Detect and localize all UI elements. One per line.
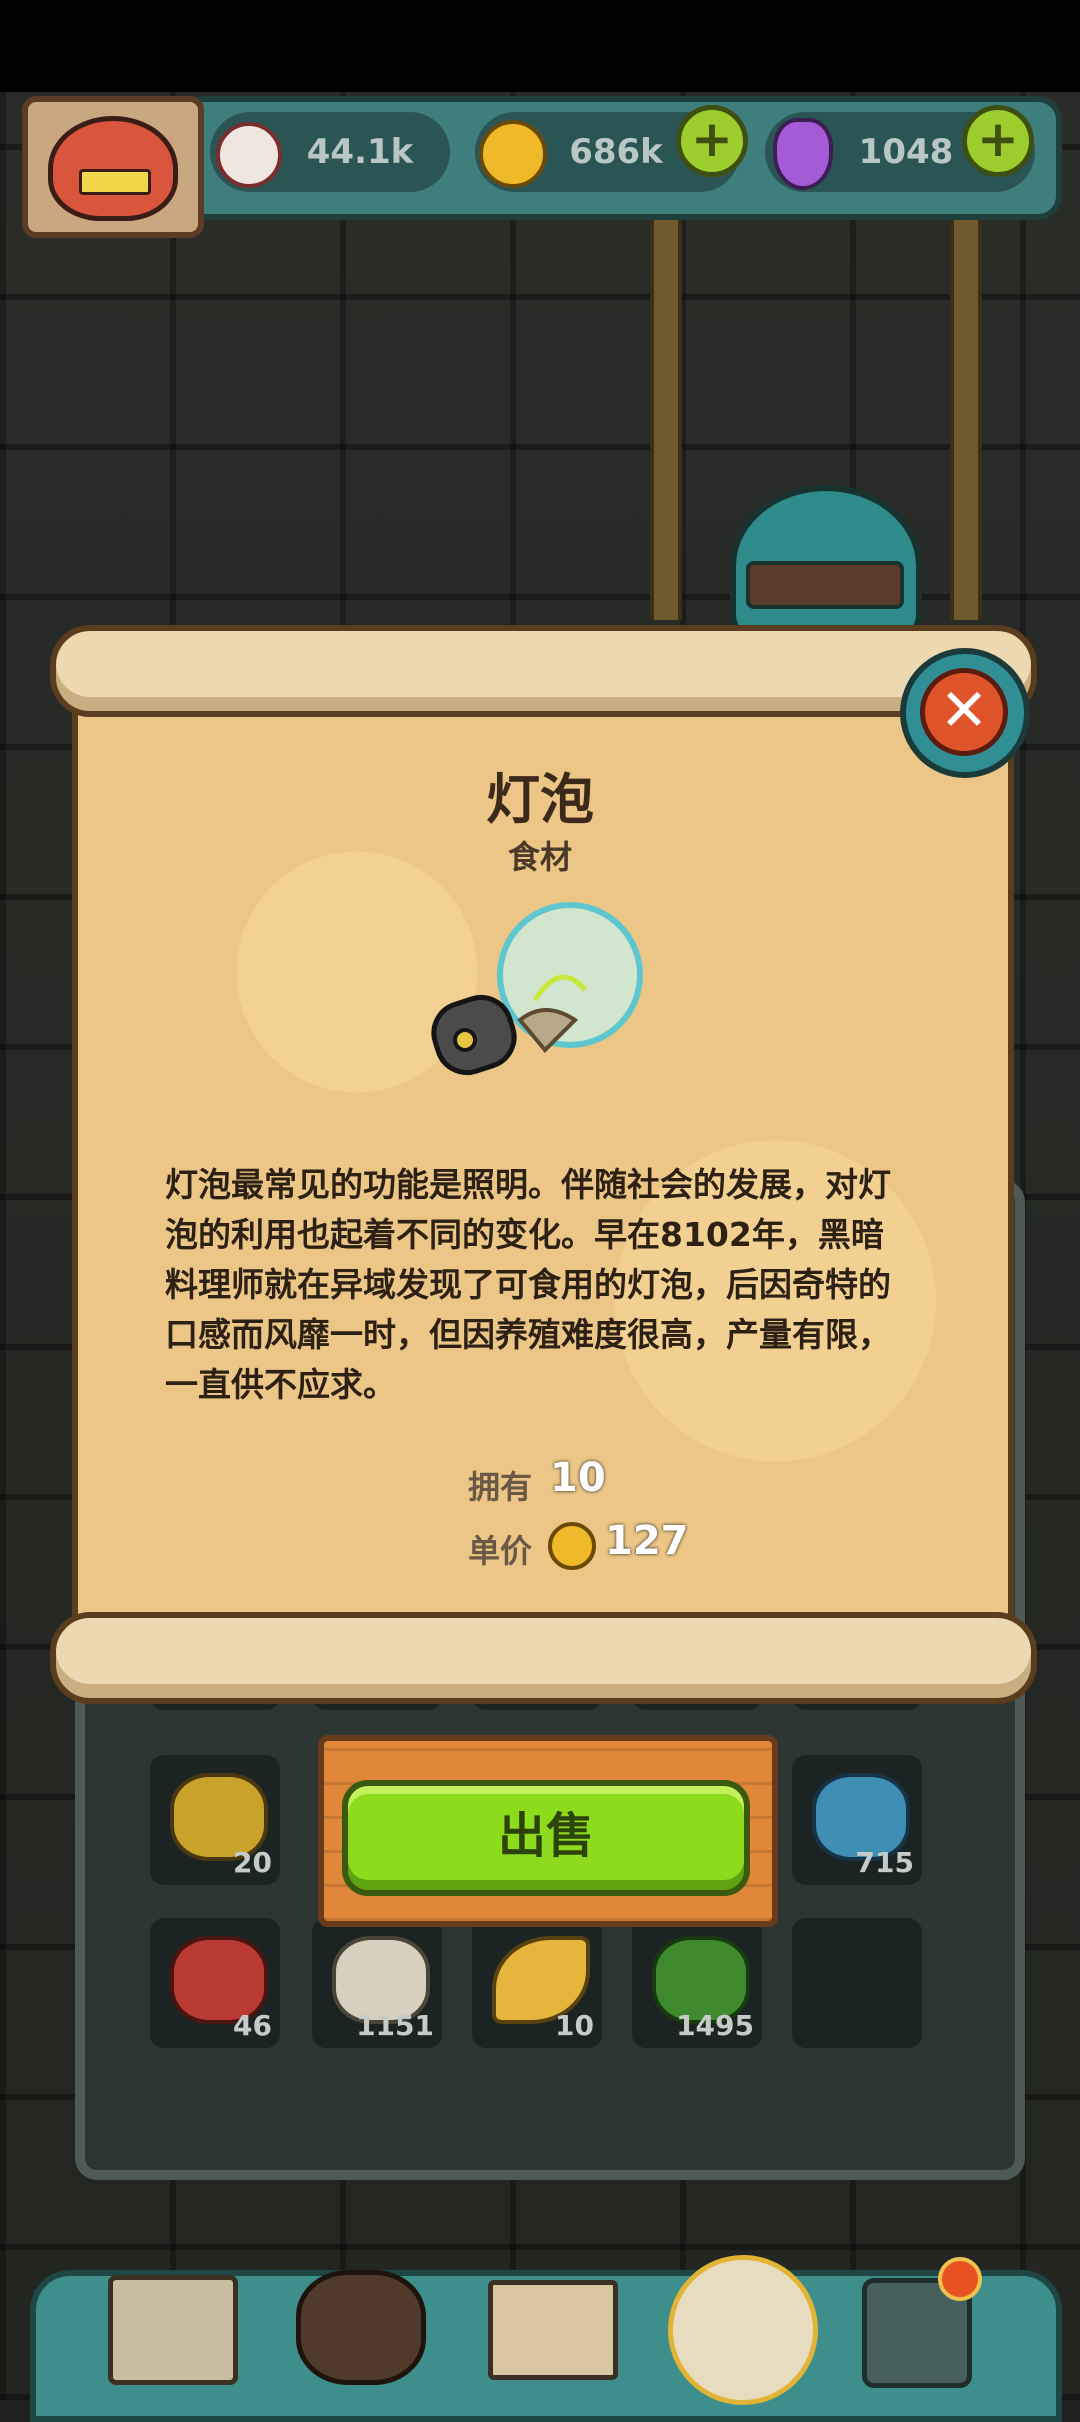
rope-left <box>650 200 682 620</box>
potion-icon <box>773 118 833 190</box>
inventory-slot[interactable]: 10 <box>472 1918 602 2048</box>
potion-value: 1048 <box>858 132 954 172</box>
notification-badge <box>938 2257 982 2301</box>
kitchen-monster-icon[interactable] <box>296 2270 426 2385</box>
slot-count: 10 <box>555 2009 594 2042</box>
monster-avatar-icon <box>48 116 178 221</box>
item-title: 灯泡 <box>486 768 594 831</box>
price-value: 127 <box>605 1518 689 1564</box>
inventory-slot[interactable]: 46 <box>150 1918 280 2048</box>
player-avatar[interactable] <box>22 96 204 238</box>
add-potions-plus-icon[interactable]: + <box>962 105 1034 177</box>
inventory-slot[interactable]: 1495 <box>632 1918 762 2048</box>
status-bar <box>0 0 1080 92</box>
slot-count: 1495 <box>676 2009 754 2042</box>
inventory-slot-empty[interactable] <box>792 1918 922 2048</box>
monster-decoration <box>730 485 922 647</box>
eyeball-value: 44.1k <box>306 132 414 172</box>
inventory-slot[interactable]: 20 <box>150 1755 280 1885</box>
item-description: 灯泡最常见的功能是照明。伴随社会的发展，对灯泡的利用也起着不同的变化。早在810… <box>165 1165 891 1404</box>
slot-count: 46 <box>233 2009 272 2042</box>
rope-right <box>950 200 982 620</box>
recipe-book-icon[interactable] <box>488 2280 618 2380</box>
slot-count: 715 <box>855 1846 914 1879</box>
slot-count: 20 <box>233 1846 272 1879</box>
coin-icon <box>548 1522 596 1570</box>
ingredient-bag-icon[interactable] <box>668 2255 818 2405</box>
add-coins-plus-icon[interactable]: + <box>676 105 748 177</box>
eyeball-icon <box>216 122 282 188</box>
price-label: 单价 <box>468 1532 533 1570</box>
scroll-bottom-roll <box>50 1612 1037 1704</box>
owned-label: 拥有 <box>468 1468 533 1506</box>
eyeball-counter: 44.1k <box>210 112 450 192</box>
item-category: 食材 <box>507 838 572 876</box>
light-bulb-icon <box>431 902 643 1076</box>
scroll-top-roll <box>50 625 1037 717</box>
coin-value: 686k <box>569 132 663 172</box>
sell-button[interactable]: 出售 <box>342 1780 750 1896</box>
slot-count: 1151 <box>356 2009 434 2042</box>
owned-value: 10 <box>550 1455 606 1501</box>
close-icon: ✕ <box>920 668 1008 756</box>
coin-icon <box>479 120 547 188</box>
inventory-slot[interactable]: 715 <box>792 1755 922 1885</box>
inventory-slot[interactable]: 1151 <box>312 1918 442 2048</box>
restaurant-building-icon[interactable] <box>108 2275 238 2385</box>
sell-button-label: 出售 <box>497 1808 594 1864</box>
